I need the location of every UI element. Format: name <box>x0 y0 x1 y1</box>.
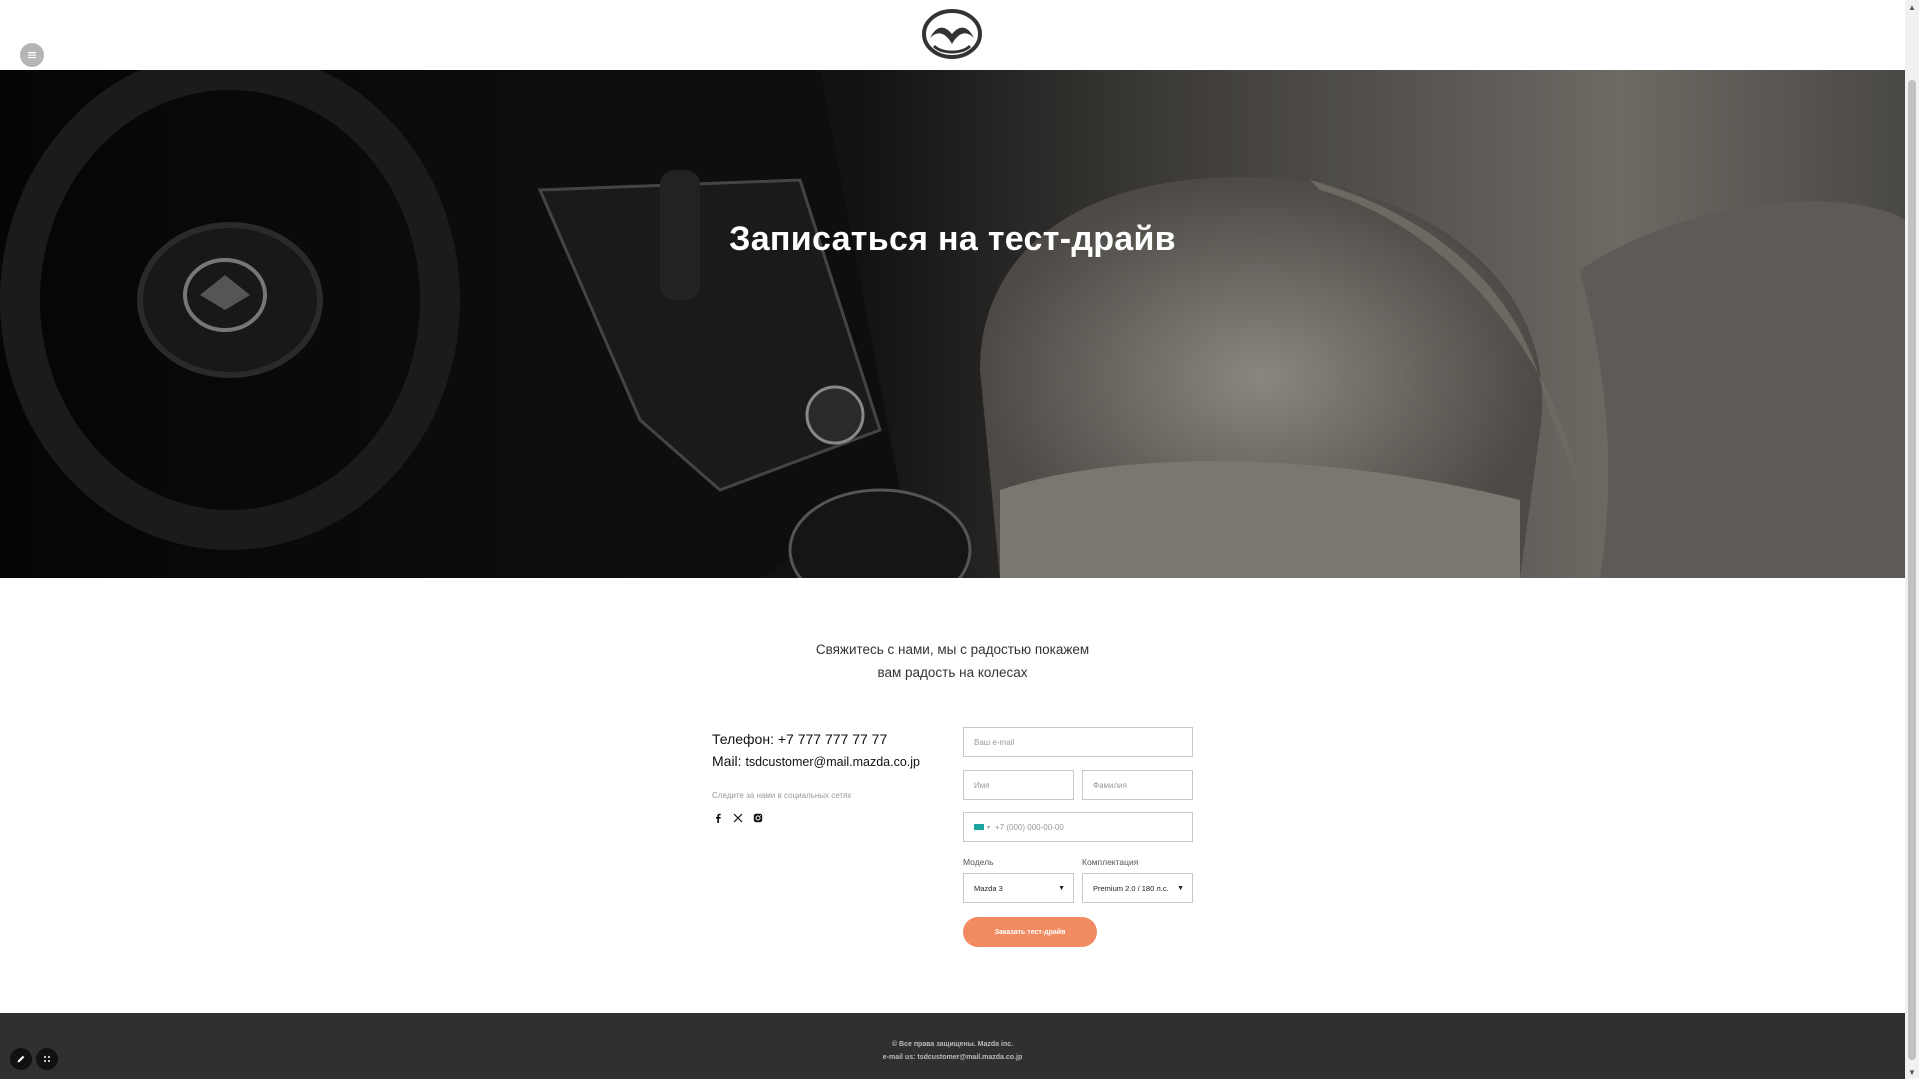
menu-icon <box>28 52 36 59</box>
submit-button[interactable]: Заказать тест-драйв <box>963 917 1097 947</box>
scroll-down-icon[interactable]: ▼ <box>1905 1065 1919 1079</box>
grid-icon <box>44 1056 50 1062</box>
mail-line: Mail: tsdcustomer@mail.mazda.co.jp <box>712 750 952 773</box>
email-field[interactable]: Ваш e-mail <box>963 727 1193 757</box>
phone-value[interactable]: +7 777 777 77 77 <box>778 731 887 747</box>
scrollbar[interactable]: ▲ ▼ <box>1905 0 1919 1079</box>
chevron-down-icon: ▼ <box>1058 884 1065 892</box>
model-label: Модель <box>963 857 994 867</box>
menu-button[interactable] <box>20 43 44 67</box>
facebook-icon[interactable] <box>712 812 724 824</box>
instagram-icon[interactable] <box>752 812 764 824</box>
tagline: Свяжитесь с нами, мы с радостью покажем … <box>0 638 1905 684</box>
scrollbar-thumb[interactable] <box>1908 80 1916 1060</box>
social-links <box>712 812 952 824</box>
model-select[interactable]: Mazda 3 ▼ <box>963 873 1074 903</box>
pencil-icon <box>17 1055 25 1063</box>
contact-info: Телефон: +7 777 777 77 77 Mail: tsdcusto… <box>712 728 952 824</box>
country-flag-icon[interactable] <box>974 824 984 830</box>
site-footer: © Все права защищены. Mazda inc. e-mail … <box>0 1013 1905 1079</box>
trim-select[interactable]: Premium 2.0 / 180 л.с. ▼ <box>1082 873 1193 903</box>
name-field[interactable]: Имя <box>963 770 1074 800</box>
footer-email[interactable]: e-mail us: tsdcustomer@mail.mazda.co.jp <box>0 1054 1905 1061</box>
tagline-line-1: Свяжитесь с нами, мы с радостью покажем <box>815 642 1090 657</box>
hero-banner: Записаться на тест-драйв <box>0 70 1905 578</box>
phone-placeholder: +7 (000) 000-00-00 <box>995 822 1064 832</box>
trim-label: Комплектация <box>1082 857 1139 867</box>
phone-line: Телефон: +7 777 777 77 77 <box>712 728 952 750</box>
copyright-text: © Все права защищены. Mazda inc. <box>891 1041 1014 1048</box>
trim-value: Premium 2.0 / 180 л.с. <box>1093 883 1169 893</box>
car-interior-image <box>0 70 1905 578</box>
surname-field[interactable]: Фамилия <box>1082 770 1193 800</box>
mail-value[interactable]: tsdcustomer@mail.mazda.co.jp <box>745 755 920 769</box>
phone-field[interactable]: ▾ +7 (000) 000-00-00 <box>963 812 1193 842</box>
page: Записаться на тест-драйв Свяжитесь с нам… <box>0 0 1919 1079</box>
phone-label: Телефон: <box>712 731 774 747</box>
tagline-line-2: вам радость на колесах <box>877 665 1028 680</box>
scroll-up-icon[interactable]: ▲ <box>1905 0 1919 14</box>
mail-label: Mail: <box>712 753 742 769</box>
chevron-down-icon: ▼ <box>1177 884 1184 892</box>
mazda-logo-icon[interactable] <box>922 8 982 60</box>
grid-button[interactable] <box>36 1048 58 1070</box>
site-header <box>0 0 1905 70</box>
edit-button[interactable] <box>10 1048 32 1070</box>
follow-text: Следите за нами в социальных сетях <box>712 791 852 800</box>
hero-title: Записаться на тест-драйв <box>729 220 1176 258</box>
country-caret-icon[interactable]: ▾ <box>987 824 990 831</box>
x-twitter-icon[interactable] <box>732 812 744 824</box>
model-value: Mazda 3 <box>974 883 1003 893</box>
